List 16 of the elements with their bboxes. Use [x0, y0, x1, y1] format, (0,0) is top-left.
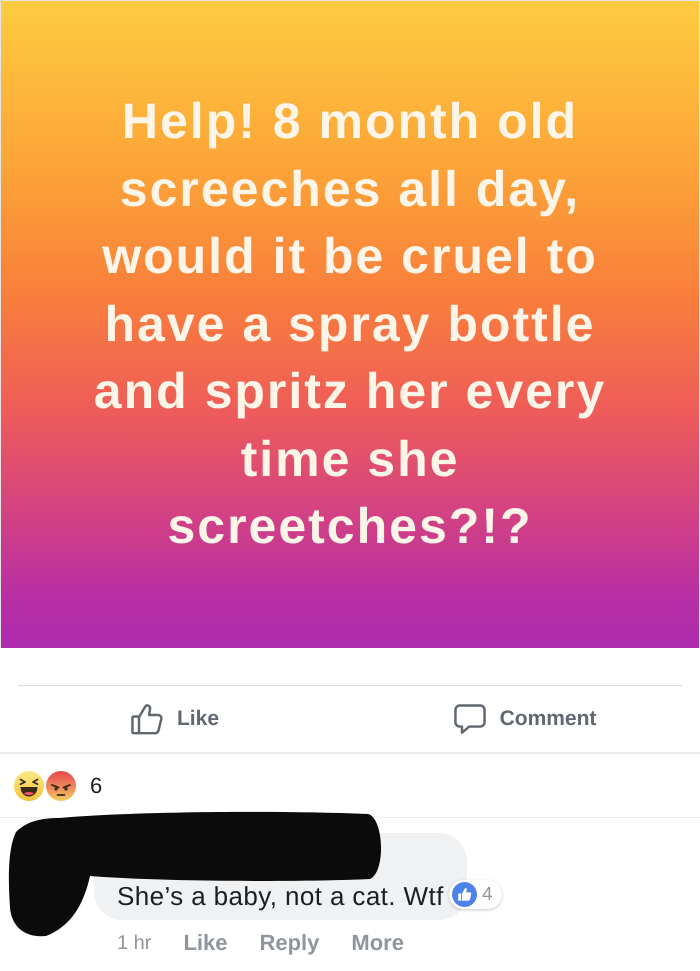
- comment-time: 1 hr: [117, 932, 152, 954]
- comment-action-link[interactable]: More: [351, 930, 404, 956]
- comment-text: She’s a baby, not a cat. Wtf: [117, 883, 444, 909]
- angry-emoji-icon: [46, 770, 76, 800]
- like-badge[interactable]: 4: [449, 880, 502, 909]
- thumbs-up-icon: [452, 882, 477, 907]
- comment-button[interactable]: Comment: [450, 699, 600, 739]
- reaction-count[interactable]: 6: [90, 772, 102, 798]
- like-count: 4: [482, 883, 493, 907]
- speech-bubble-icon: [454, 703, 486, 735]
- comment-action-link[interactable]: Reply: [260, 930, 320, 956]
- comment-action-link[interactable]: Like: [183, 930, 228, 956]
- laughing-emoji-icon: [14, 770, 44, 800]
- like-button[interactable]: Like: [126, 699, 224, 739]
- thumbs-up-icon: [130, 703, 163, 735]
- post-text: Help! 8 month old screeches all day, would it be cruel to have a spray bottle and spritz her every time she screetches?!?: [94, 92, 606, 556]
